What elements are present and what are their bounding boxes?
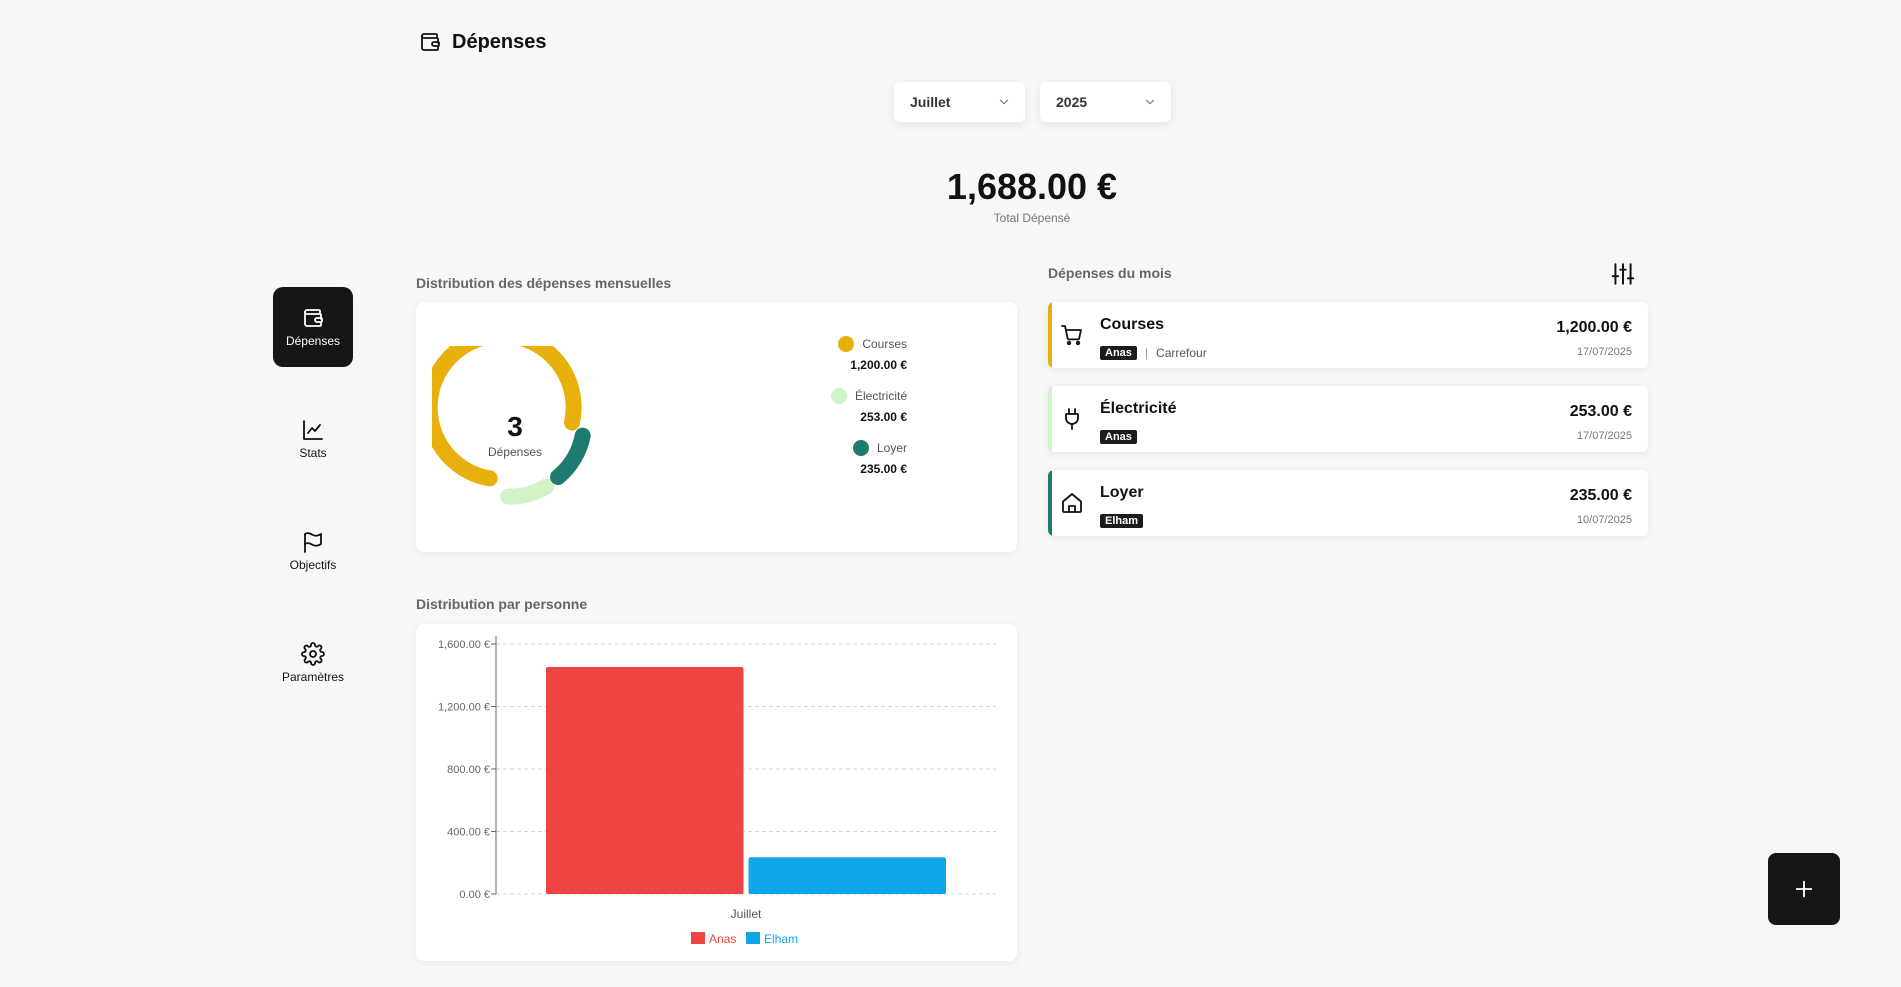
expense-color-bar: [1048, 302, 1052, 368]
legend-dot: [830, 388, 847, 404]
expense-color-bar: [1048, 470, 1052, 536]
year-select-value: 2025: [1056, 94, 1088, 110]
legend-swatch: [691, 932, 705, 944]
plug-icon: [1065, 408, 1079, 430]
line-chart-icon: [303, 420, 323, 440]
add-expense-button[interactable]: [1768, 853, 1840, 925]
expense-name: Électricité: [1100, 400, 1177, 417]
wallet-icon: [304, 309, 323, 327]
y-tick-label: 0.00 €: [459, 889, 490, 901]
legend-label: Électricité: [854, 389, 907, 403]
expense-date: 10/07/2025: [1576, 514, 1632, 526]
chevron-down-icon: [999, 99, 1009, 105]
month-expenses-title: Dépenses du mois: [1048, 265, 1172, 281]
legend-amount: 253.00 €: [860, 410, 907, 424]
year-select[interactable]: 2025: [1040, 82, 1171, 122]
month-select-value: Juillet: [910, 94, 951, 110]
expense-date: 17/07/2025: [1576, 346, 1632, 358]
expense-name: Courses: [1100, 316, 1165, 333]
expense-item-courses[interactable]: Courses Anas | Carrefour 1,200.00 € 17/0…: [1048, 302, 1648, 368]
expense-date: 17/07/2025: [1576, 430, 1632, 442]
legend-item-electricite: Électricité 253.00 €: [830, 388, 907, 424]
nav-item-goals[interactable]: Objectifs: [273, 511, 353, 591]
y-tick-label: 800.00 €: [447, 764, 490, 776]
expense-amount: 253.00 €: [1569, 403, 1632, 420]
x-tick-label: Juillet: [731, 907, 762, 921]
legend-dot: [852, 440, 869, 456]
legend-item-loyer: Loyer 235.00 €: [852, 440, 907, 476]
meta-separator: |: [1144, 346, 1149, 360]
month-select[interactable]: Juillet: [894, 82, 1025, 122]
bar-anas: [546, 666, 744, 894]
donut-count-label: Dépenses: [488, 445, 542, 459]
y-tick-label: 1,600.00 €: [438, 639, 490, 651]
donut-segment-electricite: [500, 478, 555, 505]
shopping-cart-icon: [1061, 325, 1082, 346]
expense-amount: 235.00 €: [1569, 487, 1632, 504]
expense-meta: Anas: [1100, 430, 1137, 444]
plus-icon: [1795, 880, 1813, 898]
wallet-icon: [421, 33, 440, 51]
total-spent-value: 1,688.00 €: [946, 166, 1118, 207]
page-header: Dépenses: [418, 30, 547, 54]
legend-label: Loyer: [876, 441, 907, 455]
distribution-card: 3 Dépenses Courses 1,200.00 € Électricit…: [416, 302, 1017, 552]
expense-meta: Elham: [1100, 514, 1144, 528]
legend-label: Courses: [862, 337, 907, 351]
donut-chart: 3 Dépenses: [432, 346, 591, 505]
bar-elham: [748, 857, 946, 894]
expense-store: Carrefour: [1156, 346, 1207, 360]
nav-label-goals: Objectifs: [289, 558, 337, 572]
donut-segment-loyer: [550, 427, 591, 485]
total-spent-label: Total Dépensé: [993, 211, 1071, 225]
person-badge: Elham: [1100, 514, 1144, 528]
nav-label-settings: Paramètres: [281, 670, 345, 684]
nav-label-stats: Stats: [299, 446, 327, 460]
per-person-title: Distribution par personne: [416, 596, 588, 612]
y-tick-label: 1,200.00 €: [438, 702, 490, 714]
chevron-down-icon: [1145, 99, 1155, 105]
legend-amount: 1,200.00 €: [850, 358, 907, 372]
legend-dot: [838, 336, 855, 352]
expense-name: Loyer: [1100, 484, 1144, 501]
home-icon: [1062, 493, 1082, 513]
legend-swatch: [746, 932, 760, 944]
expense-meta: Anas | Carrefour: [1100, 346, 1207, 360]
legend-item-courses: Courses 1,200.00 €: [838, 336, 907, 372]
nav-item-stats[interactable]: Stats: [273, 399, 353, 479]
page-title: Dépenses: [452, 30, 547, 53]
y-tick-label: 400.00 €: [447, 827, 490, 839]
nav-label-expenses: Dépenses: [285, 334, 341, 348]
gear-icon: [301, 642, 325, 666]
legend-label: Elham: [764, 932, 798, 946]
nav-item-expenses[interactable]: Dépenses: [273, 287, 353, 367]
person-badge: Anas: [1100, 430, 1137, 444]
sliders-icon[interactable]: [1610, 261, 1636, 287]
distribution-title: Distribution des dépenses mensuelles: [416, 275, 672, 291]
expense-color-bar: [1048, 386, 1052, 452]
legend-amount: 235.00 €: [860, 462, 907, 476]
donut-count: 3: [507, 411, 523, 442]
expense-item-loyer[interactable]: Loyer Elham 235.00 € 10/07/2025: [1048, 470, 1648, 536]
expense-amount: 1,200.00 €: [1556, 319, 1632, 336]
person-badge: Anas: [1100, 346, 1137, 360]
flag-icon: [304, 532, 322, 553]
legend-label: Anas: [709, 932, 736, 946]
expense-item-electricite[interactable]: Électricité Anas 253.00 € 17/07/2025: [1048, 386, 1648, 452]
per-person-bar-chart: 0.00 € 400.00 € 800.00 € 1,200.00 € 1,600.00…: [438, 636, 996, 946]
nav-item-settings[interactable]: Paramètres: [273, 623, 353, 703]
per-person-card: 0.00 € 400.00 € 800.00 € 1,200.00 € 1,600.00…: [416, 624, 1017, 961]
